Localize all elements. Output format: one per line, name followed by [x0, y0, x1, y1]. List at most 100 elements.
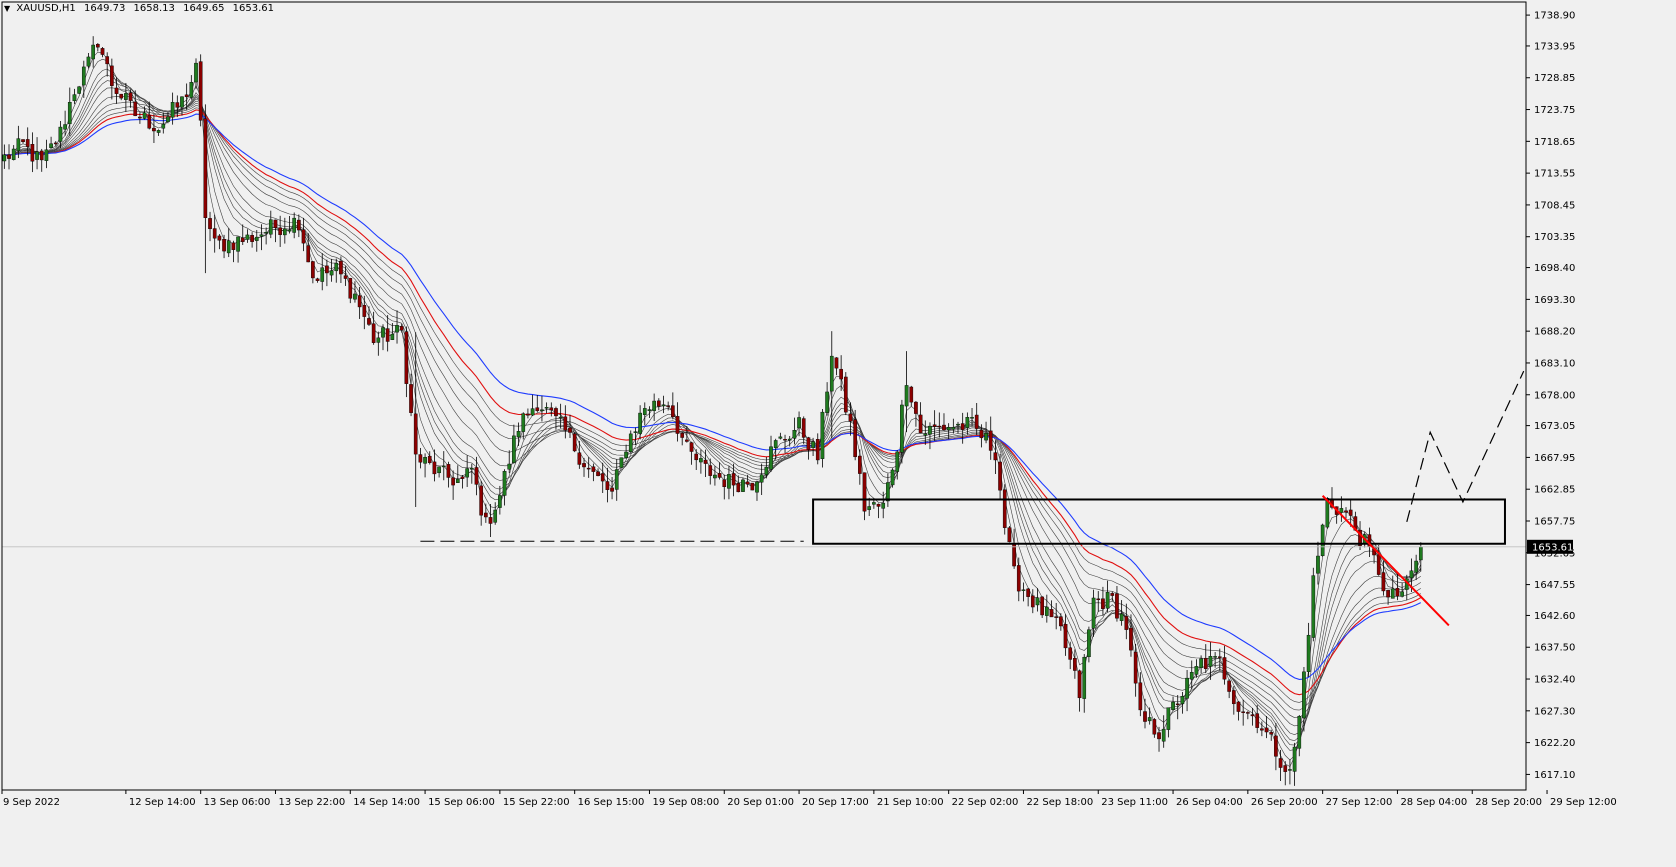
chart-window[interactable]: 1738.90 1733.95 1728.85 1723.75 1718.65 1713.… [0, 0, 1676, 867]
candle-body [628, 433, 633, 452]
candle-body [72, 94, 77, 102]
candle-body [1213, 656, 1217, 658]
candle-body [427, 455, 432, 463]
collapse-triangle-icon[interactable]: ▼ [4, 4, 10, 13]
candle-body [1044, 606, 1049, 616]
candle-body [142, 112, 147, 119]
candle-body [198, 61, 203, 121]
candle-body [619, 457, 624, 468]
candle-body [124, 93, 128, 100]
candle-body [675, 416, 680, 434]
candle-body [797, 417, 801, 429]
candle-body [1203, 657, 1208, 670]
y-tick-label: 1688.20 [1534, 327, 1575, 338]
candle-body [932, 424, 937, 427]
y-tick-label: 1667.95 [1534, 453, 1575, 464]
y-tick-label: 1708.45 [1534, 200, 1575, 211]
candle-body [240, 237, 245, 242]
candle-body [35, 151, 39, 160]
y-tick-label: 1718.65 [1534, 137, 1575, 148]
y-tick-label: 1728.85 [1534, 73, 1575, 84]
candle-body [937, 425, 942, 428]
x-tick-label: 27 Sep 12:00 [1326, 797, 1393, 808]
candle-body [1274, 735, 1278, 757]
candle-body [7, 154, 11, 159]
candle-body [273, 219, 278, 229]
candle-body [946, 427, 951, 431]
candle-body [727, 474, 731, 489]
candle-body [1087, 629, 1091, 658]
candle-body [1049, 609, 1054, 618]
candle-body [1124, 616, 1129, 630]
y-tick-label: 1733.95 [1534, 41, 1575, 52]
candle [741, 478, 745, 492]
candle-body [516, 431, 521, 438]
candle-body [25, 139, 30, 147]
candle-body [474, 467, 479, 485]
candle-body [591, 466, 596, 472]
candle-body [1409, 570, 1414, 579]
candle-body [479, 485, 484, 516]
candle-body [951, 427, 956, 430]
candle [890, 468, 895, 488]
candle-body [1091, 597, 1096, 629]
candle-body [231, 242, 236, 250]
candle-body [1255, 713, 1260, 728]
x-tick-label: 26 Sep 20:00 [1251, 797, 1318, 808]
y-tick-label: 1627.30 [1534, 706, 1575, 717]
candle-body [540, 409, 544, 411]
price-chart[interactable]: 1738.90 1733.95 1728.85 1723.75 1718.65 1713.… [0, 0, 1676, 867]
candle-body [1147, 717, 1152, 722]
candle-body [642, 408, 647, 415]
candle-body [928, 425, 932, 435]
candle-body [484, 512, 488, 518]
candle-body [783, 439, 787, 441]
candle-body [666, 405, 671, 407]
candle-body [1208, 656, 1213, 667]
candle-body [829, 355, 834, 392]
candle-body [1236, 701, 1241, 712]
candle-body [81, 66, 86, 86]
x-tick-label: 20 Sep 01:00 [727, 797, 794, 808]
candle-body [1306, 634, 1311, 672]
ohlc-close: 1653.61 [232, 3, 274, 14]
candle-body [1035, 597, 1040, 606]
candle-body [268, 219, 273, 235]
candle-body [114, 87, 119, 94]
y-tick-label: 1662.85 [1534, 485, 1575, 496]
candle-body [685, 439, 689, 442]
candle-body [1138, 682, 1143, 711]
candle-body [1246, 712, 1250, 714]
candle-body [1059, 616, 1063, 627]
candle-body [1054, 616, 1059, 618]
candle [1007, 526, 1012, 543]
candle-body [212, 228, 217, 239]
candle-body [1082, 656, 1087, 699]
candle-body [792, 430, 797, 439]
candle-body [862, 472, 867, 512]
candle-body [156, 130, 161, 133]
ohlc-high: 1658.13 [133, 3, 175, 14]
candle-body [549, 407, 554, 411]
candle-body [942, 424, 946, 431]
candle-body [1222, 657, 1227, 680]
candle-body [605, 481, 610, 490]
candle-body [455, 478, 460, 483]
candle-body [339, 260, 343, 275]
candle [1320, 523, 1325, 557]
current-price-label: 1653.61 [1532, 542, 1573, 553]
candle-body [689, 442, 694, 452]
candle-body [1400, 591, 1404, 597]
candle-body [404, 331, 409, 384]
candle [619, 457, 624, 468]
candle-body [881, 502, 886, 509]
candle-body [1283, 765, 1288, 772]
candle-body [530, 408, 535, 416]
candle-body [1115, 593, 1119, 619]
candle-body [170, 102, 175, 118]
candle-body [731, 473, 736, 486]
candle-body [811, 441, 815, 448]
candle-body [1185, 677, 1189, 699]
candle-body [1381, 572, 1386, 592]
candle-body [175, 102, 180, 108]
